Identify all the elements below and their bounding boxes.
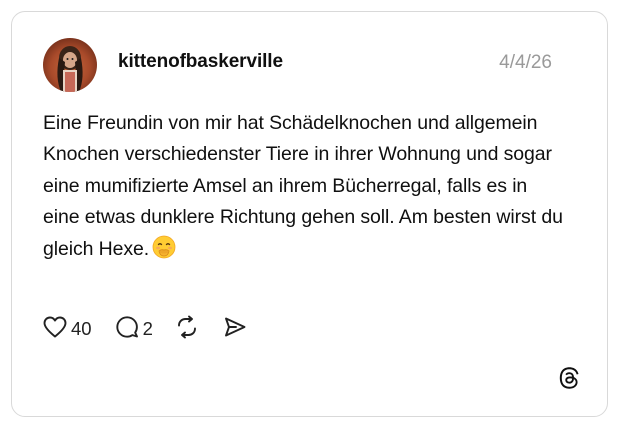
username[interactable]: kittenofbaskerville	[118, 51, 283, 73]
repost-button[interactable]	[174, 315, 200, 344]
post-text: Eine Freundin von mir hat Schädelknochen…	[43, 108, 563, 269]
avatar[interactable]	[43, 38, 97, 92]
send-icon	[222, 315, 248, 344]
like-button[interactable]: 40	[42, 315, 92, 344]
share-button[interactable]	[222, 315, 248, 344]
reply-button[interactable]: 2	[114, 315, 153, 344]
repost-icon	[174, 315, 200, 344]
post-card: kittenofbaskerville 4/4/26 Eine Freundin…	[11, 11, 608, 417]
post-text-content: Eine Freundin von mir hat Schädelknochen…	[43, 112, 563, 260]
post-date: 4/4/26	[499, 52, 552, 73]
action-bar: 40 2	[42, 315, 248, 344]
smiling-face-with-hand-over-mouth-icon	[152, 235, 176, 269]
reply-count: 2	[142, 318, 153, 339]
threads-logo-icon[interactable]	[557, 366, 581, 390]
heart-icon	[42, 315, 68, 344]
like-count: 40	[71, 318, 92, 339]
comment-icon	[114, 315, 140, 344]
